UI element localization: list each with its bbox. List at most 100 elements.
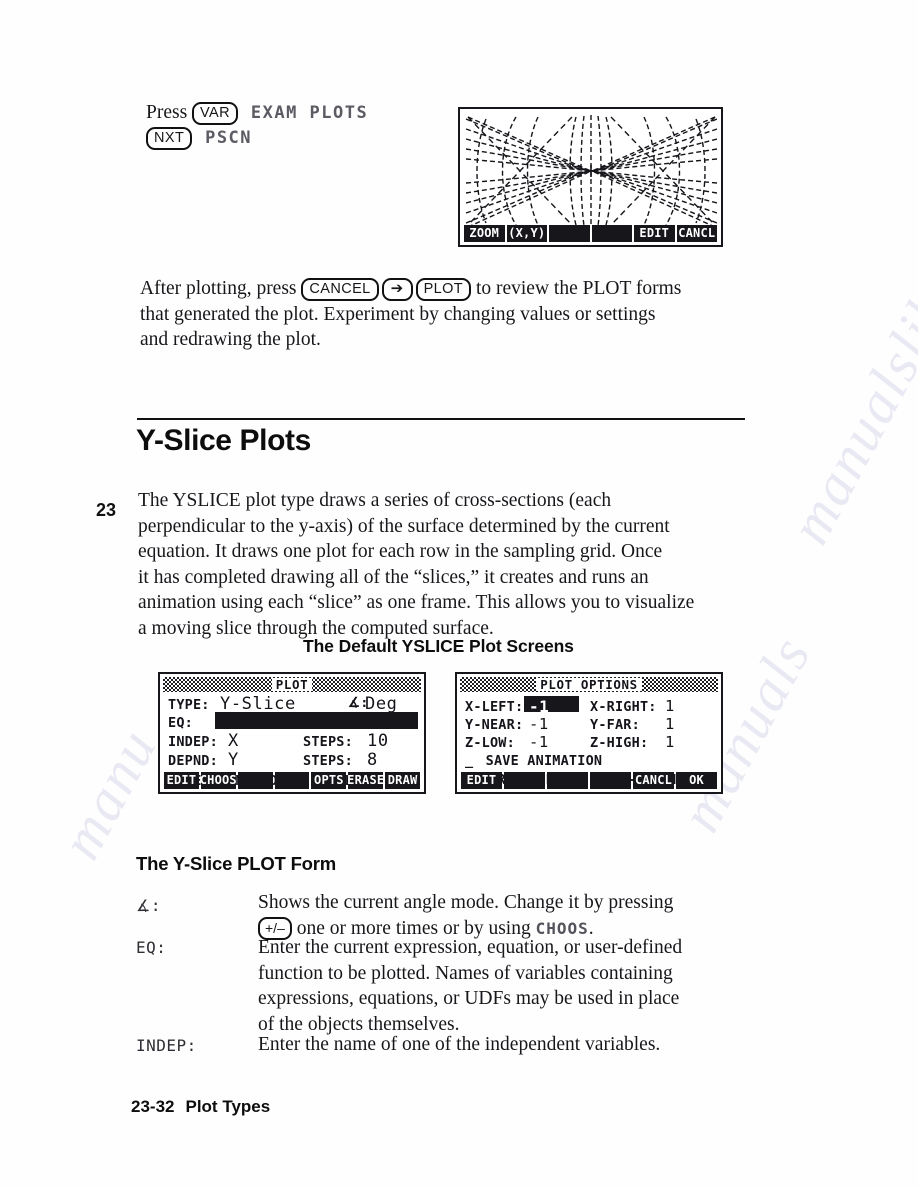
plot-screen-softkey-bar[interactable]: ZOOM (X,Y) EDIT CANCL (464, 225, 717, 242)
softkey-blank-2[interactable] (591, 225, 632, 242)
definition-angle-line-1: Shows the current angle mode. Change it … (258, 892, 674, 913)
section-paragraph-line: it has completed drawing all of the “sli… (138, 566, 649, 588)
field-type-label: TYPE: (168, 697, 210, 713)
term-eq: EQ: (136, 938, 167, 957)
softkey-erase[interactable]: ERASE (348, 772, 384, 789)
softkey-edit[interactable]: EDIT (164, 772, 199, 789)
manual-page: manualslib.com manuals manu Press VAR EX… (0, 0, 918, 1188)
field-ynear-label: Y-NEAR: (465, 717, 524, 733)
field-xleft-value[interactable]: -1 (529, 697, 549, 716)
field-depnd-label: DEPND: (168, 753, 218, 769)
field-eq-label: EQ: (168, 715, 193, 731)
field-xright-value[interactable]: 1 (665, 697, 675, 715)
section-rule (137, 418, 745, 420)
cancel-key[interactable]: CANCEL (301, 278, 379, 301)
save-animation-checkbox[interactable]: _ SAVE ANIMATION (465, 753, 602, 769)
field-zlow-label: Z-LOW: (465, 735, 515, 751)
softkey-edit[interactable]: EDIT (634, 225, 675, 242)
softkey-opts[interactable]: OPTS (311, 772, 347, 789)
softkey-zoom[interactable]: ZOOM (464, 225, 505, 242)
after-plotting-line-1: After plotting, press CANCEL ➔ PLOT to rev… (140, 276, 760, 302)
section-paragraph-line: The YSLICE plot type draws a series of c… (138, 490, 612, 511)
definition-eq: Enter the current expression, equation, … (258, 935, 738, 1037)
field-yfar-value[interactable]: 1 (665, 715, 675, 733)
after-plotting-line-3: and redrawing the plot. (140, 329, 321, 350)
plot-options-title: PLOT OPTIONS (536, 678, 642, 691)
softkey-blank-1[interactable] (549, 225, 590, 242)
softmenu-exam-plots[interactable]: EXAM PLOTS (251, 103, 368, 123)
plot-key[interactable]: PLOT (415, 278, 472, 301)
scan-watermark: manualslib.com (776, 173, 918, 554)
term-indep: INDEP: (136, 1036, 197, 1055)
section-paragraph-line: animation using each “slice” as one fram… (138, 592, 695, 613)
definition-angle-mode: Shows the current angle mode. Change it … (258, 890, 738, 941)
press-label: Press (146, 102, 188, 123)
page-footer: 23-32 Plot Types (131, 1097, 270, 1117)
screens-caption: The Default YSLICE Plot Screens (303, 636, 574, 656)
field-xright-label: X-RIGHT: (590, 699, 657, 715)
after-plotting-tail: to review the PLOT forms (475, 278, 682, 299)
plot-form-screen[interactable]: PLOT TYPE: Y-Slice ∡: Deg EQ: INDEP: X S… (158, 672, 426, 794)
press-instruction-line2: NXT PSCN (146, 125, 252, 152)
definition-eq-line: function to be plotted. Names of variabl… (258, 962, 673, 984)
field-indep-label: INDEP: (168, 734, 218, 750)
plot-graphics-canvas (464, 113, 717, 229)
section-paragraph-line: perpendicular to the y-axis) of the surf… (138, 515, 670, 537)
footer-page-number: 23-32 (131, 1097, 175, 1116)
chapter-number: 23 (96, 500, 117, 520)
softkey-ok[interactable]: OK (676, 772, 717, 789)
field-depnd-value[interactable]: Y (228, 750, 239, 770)
softkey-blank-1[interactable] (504, 772, 545, 789)
softkey-xy[interactable]: (X,Y) (506, 225, 547, 242)
softkey-draw[interactable]: DRAW (385, 772, 421, 789)
plot-result-screen[interactable]: ZOOM (X,Y) EDIT CANCL (458, 107, 723, 247)
section-paragraph-line: equation. It draws one plot for each row… (138, 541, 663, 562)
field-zlow-value[interactable]: -1 (529, 733, 549, 751)
plot-options-screen[interactable]: PLOT OPTIONS X-LEFT: -1 X-RIGHT: 1 Y-NEA… (455, 672, 723, 794)
after-plotting-lead: After plotting, press (140, 278, 297, 299)
field-indep-value[interactable]: X (228, 731, 239, 751)
plot-options-titlebar: PLOT OPTIONS (460, 677, 718, 692)
softkey-cancl[interactable]: CANCL (633, 772, 674, 789)
nxt-key[interactable]: NXT (146, 127, 193, 150)
conic-family-plot (465, 115, 717, 228)
softkey-blank-2[interactable] (547, 772, 588, 789)
form-doc-heading: The Y-Slice PLOT Form (136, 853, 337, 874)
softkey-edit[interactable]: EDIT (461, 772, 502, 789)
field-indep-steps-label: STEPS: (303, 734, 353, 750)
field-depnd-steps-value[interactable]: 8 (367, 750, 378, 770)
field-type-value[interactable]: Y-Slice (220, 694, 296, 714)
field-depnd-steps-label: STEPS: (303, 753, 353, 769)
plot-form-softkey-bar[interactable]: EDIT CHOOS OPTS ERASE DRAW (164, 772, 421, 789)
field-ynear-value[interactable]: -1 (529, 715, 549, 733)
softkey-cancl[interactable]: CANCL (676, 225, 717, 242)
plot-form-title: PLOT (271, 678, 313, 691)
definition-indep: Enter the name of one of the independent… (258, 1032, 738, 1058)
after-plotting-line-2: that generated the plot. Experiment by c… (140, 303, 656, 325)
footer-section-title: Plot Types (185, 1097, 271, 1116)
field-zhigh-value[interactable]: 1 (665, 733, 675, 751)
softkey-blank-2[interactable] (274, 772, 310, 789)
field-angle-value[interactable]: Deg (365, 694, 398, 714)
field-eq-highlight[interactable] (215, 712, 418, 729)
field-xleft-label: X-LEFT: (465, 699, 524, 715)
checkbox-glyph: _ (465, 753, 474, 769)
definition-eq-line: Enter the current expression, equation, … (258, 937, 683, 958)
var-key[interactable]: VAR (192, 102, 238, 125)
page-title: Y-Slice Plots (136, 424, 311, 457)
definition-eq-line: expressions, equations, or UDFs may be u… (258, 988, 680, 1009)
softkey-choos[interactable]: CHOOS (200, 772, 236, 789)
save-animation-label: SAVE ANIMATION (485, 753, 603, 769)
field-yfar-label: Y-FAR: (590, 717, 640, 733)
plot-options-softkey-bar[interactable]: EDIT CANCL OK (461, 772, 717, 789)
plot-form-titlebar: PLOT (163, 677, 421, 692)
softkey-blank-1[interactable] (237, 772, 273, 789)
scan-watermark: manu (47, 717, 170, 870)
right-shift-key[interactable]: ➔ (381, 278, 413, 301)
section-paragraph: The YSLICE plot type draws a series of c… (138, 488, 753, 641)
field-indep-steps-value[interactable]: 10 (367, 731, 389, 751)
term-angle-mode: ∡: (136, 896, 161, 915)
softmenu-pscn[interactable]: PSCN (205, 128, 252, 148)
press-instruction-line1: Press VAR EXAM PLOTS (146, 100, 368, 127)
softkey-blank-3[interactable] (590, 772, 631, 789)
